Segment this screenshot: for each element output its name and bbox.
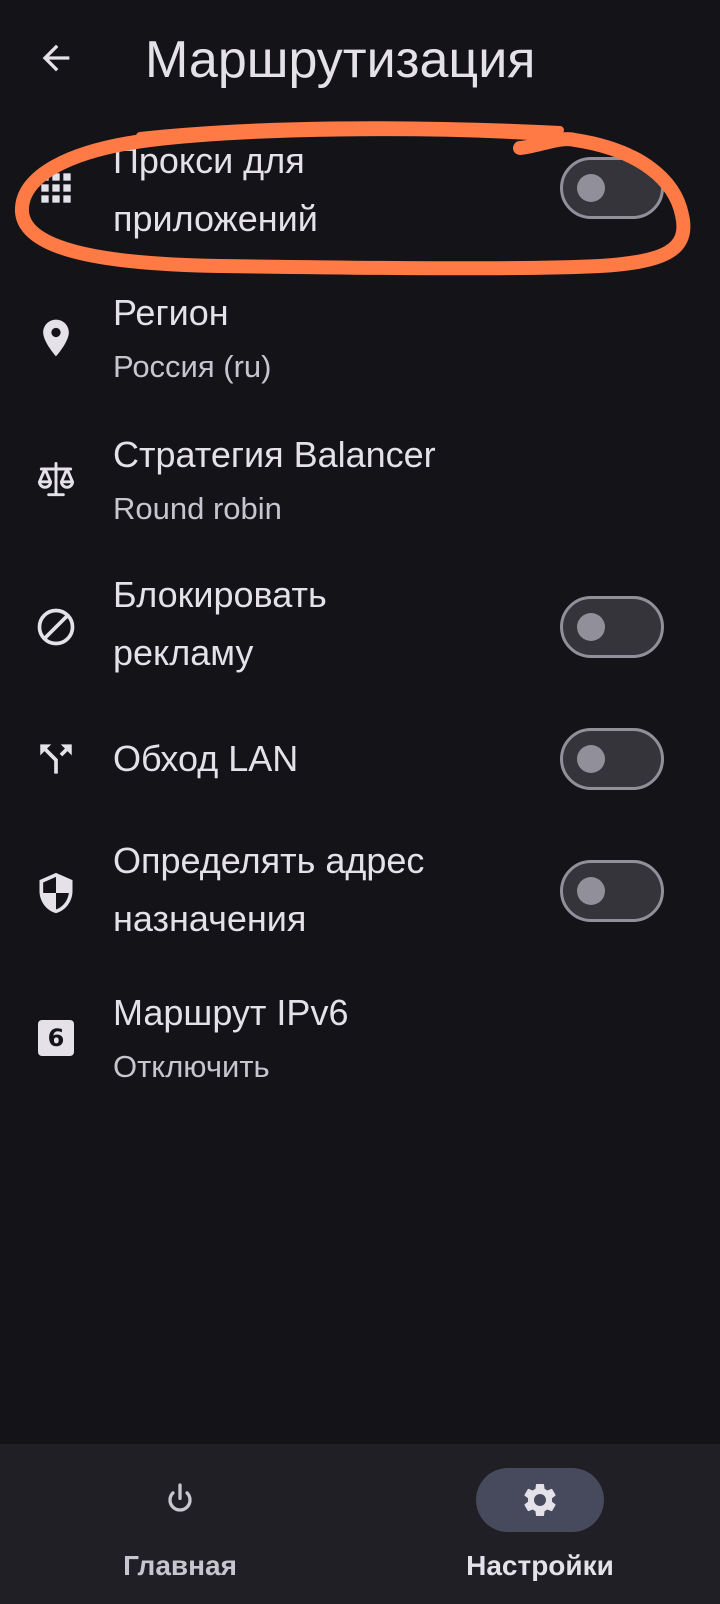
setting-text: Прокси для приложений <box>113 132 318 248</box>
block-ads-toggle[interactable] <box>560 596 664 658</box>
nav-label: Настройки <box>466 1550 614 1581</box>
number-six-glyph: 6 <box>38 1020 74 1056</box>
arrow-back-icon <box>42 44 70 72</box>
setting-row-block-ads[interactable]: Блокировать рекламу <box>0 566 720 688</box>
setting-text: Блокировать рекламу <box>113 566 327 682</box>
setting-row-bypass-lan[interactable]: Обход LAN <box>0 724 720 794</box>
shield-icon <box>32 869 80 917</box>
setting-title-line2: приложений <box>113 198 318 239</box>
nav-item-settings[interactable]: Настройки <box>360 1444 720 1604</box>
setting-text: Стратегия Balancer Round robin <box>113 426 436 534</box>
setting-title: Определять адрес <box>113 840 425 881</box>
sniff-destination-toggle[interactable] <box>560 860 664 922</box>
toggle-knob <box>577 174 605 202</box>
block-icon <box>32 603 80 651</box>
bottom-navigation-bar: Главная Настройки <box>0 1444 720 1604</box>
setting-row-ipv6-route[interactable]: 6 Маршрут IPv6 Отключить <box>0 984 720 1098</box>
setting-title-line2: назначения <box>113 898 307 939</box>
setting-row-sniff-destination[interactable]: Определять адрес назначения <box>0 832 720 954</box>
setting-row-region[interactable]: Регион Россия (ru) <box>0 284 720 398</box>
toggle-knob <box>577 613 605 641</box>
setting-text: Обход LAN <box>113 730 298 788</box>
app-proxy-toggle[interactable] <box>560 157 664 219</box>
nav-indicator <box>476 1468 604 1532</box>
setting-text: Регион Россия (ru) <box>113 284 271 392</box>
setting-row-balancer-strategy[interactable]: Стратегия Balancer Round robin <box>0 426 720 540</box>
page-title: Маршрутизация <box>145 31 536 89</box>
back-button[interactable] <box>22 24 90 92</box>
number-six-icon: 6 <box>32 1014 80 1062</box>
scale-icon <box>32 456 80 504</box>
setting-title: Прокси для <box>113 140 305 181</box>
nav-indicator <box>116 1468 244 1532</box>
setting-title: Маршрут IPv6 <box>113 992 349 1033</box>
power-icon <box>168 1483 192 1512</box>
toggle-knob <box>577 745 605 773</box>
setting-title: Обход LAN <box>113 738 299 779</box>
setting-value: Round robin <box>113 491 282 526</box>
setting-title: Стратегия Balancer <box>113 434 436 475</box>
setting-title: Блокировать <box>113 574 327 615</box>
setting-value: Россия (ru) <box>113 349 272 384</box>
setting-value: Отключить <box>113 1049 270 1084</box>
top-app-bar: Маршрутизация <box>0 0 720 124</box>
setting-text: Определять адрес назначения <box>113 832 424 948</box>
setting-title: Регион <box>113 292 229 333</box>
nav-item-home[interactable]: Главная <box>0 1444 360 1604</box>
setting-row-app-proxy[interactable]: Прокси для приложений <box>0 128 720 248</box>
toggle-knob <box>577 877 605 905</box>
location-pin-icon <box>32 314 80 362</box>
nav-label: Главная <box>123 1550 237 1581</box>
apps-icon <box>32 164 80 212</box>
bypass-lan-toggle[interactable] <box>560 728 664 790</box>
setting-text: Маршрут IPv6 Отключить <box>113 984 348 1092</box>
gear-icon <box>524 1484 556 1516</box>
setting-title-line2: рекламу <box>113 632 254 673</box>
fork-icon <box>32 735 80 783</box>
